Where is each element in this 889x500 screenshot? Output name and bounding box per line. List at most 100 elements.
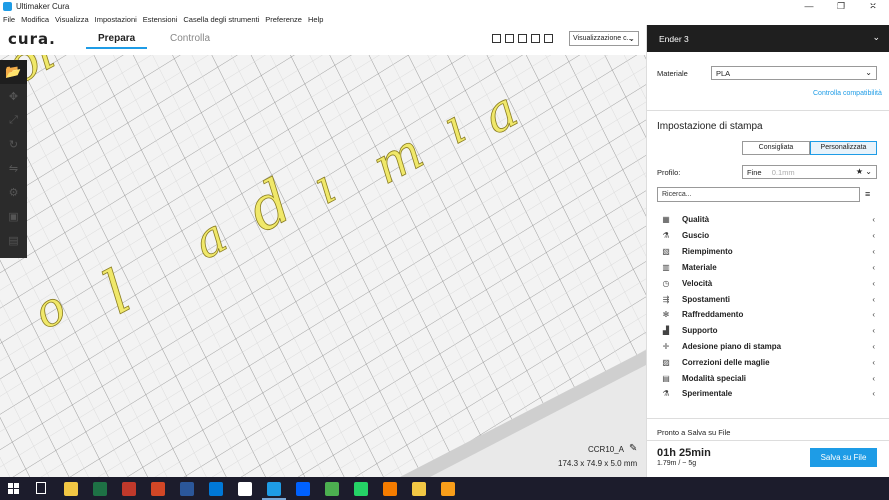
chevron-left-icon: ‹ — [872, 262, 875, 272]
object-dimensions: 174.3 x 74.9 x 5.0 mm — [558, 459, 638, 468]
explorer-icon[interactable] — [412, 482, 426, 496]
special-modes-icon: ▤ — [662, 373, 670, 383]
chevron-left-icon: ‹ — [872, 357, 875, 367]
hamburger-menu-icon[interactable]: ≡ — [865, 189, 870, 199]
powerpoint-icon[interactable] — [151, 482, 165, 496]
speed-icon: ◷ — [662, 278, 670, 288]
windows-start-icon[interactable] — [0, 477, 26, 500]
cura-icon[interactable] — [262, 482, 286, 500]
volume-icon[interactable]: ◁ — [794, 7, 800, 16]
mirror-icon[interactable]: ⇋ — [0, 156, 27, 180]
camera-view-icons — [492, 34, 553, 43]
profile-label: Profilo: — [657, 168, 681, 177]
category-velocita[interactable]: ◷ Velocità ‹ — [660, 276, 876, 290]
view-3d-icon[interactable] — [492, 34, 501, 43]
notification-icon[interactable]: 2 — [866, 5, 878, 17]
move-icon[interactable]: ✥ — [0, 84, 27, 108]
battery-icon[interactable]: ▬ — [763, 7, 771, 16]
object-name: CCR10_A — [588, 445, 625, 454]
wifi-icon[interactable]: ◠ — [779, 7, 786, 16]
dropbox-icon[interactable] — [296, 482, 310, 496]
gift-icon[interactable] — [122, 482, 136, 496]
file-explorer-icon[interactable] — [64, 482, 78, 496]
mail-icon[interactable] — [238, 482, 252, 496]
material-icon: ▥ — [662, 262, 670, 272]
overwatch-icon[interactable] — [441, 482, 455, 496]
chevron-left-icon: ‹ — [872, 214, 875, 224]
settings-search-input[interactable]: Ricerca... — [657, 187, 860, 202]
whatsapp-icon[interactable] — [354, 482, 368, 496]
category-qualita[interactable]: ▦ Qualità ‹ — [660, 212, 875, 226]
open-folder-icon[interactable]: 📂 — [0, 60, 27, 84]
menu-impostazioni[interactable]: Impostazioni — [95, 15, 137, 24]
network-icon[interactable]: ▭ — [748, 7, 756, 16]
profile-select[interactable]: Fine 0.1mm ★ ⌄ — [742, 165, 877, 179]
category-modalita[interactable]: ▤ Modalità speciali ‹ — [660, 371, 875, 385]
chevron-up-icon[interactable]: ⌃ — [731, 7, 738, 16]
category-adesione[interactable]: ✛ Adesione piano di stampa ‹ — [660, 339, 875, 353]
support-blocker-icon[interactable]: ▣ — [0, 204, 27, 228]
taskbar-clock[interactable]: 16:21 31/05/2019 — [818, 2, 860, 20]
cooling-icon: ✻ — [662, 309, 670, 319]
category-label: Sperimentale — [682, 388, 733, 398]
divider — [646, 440, 889, 441]
material-select[interactable]: PLA ⌄ — [711, 66, 877, 80]
star-chevron-icon: ★ ⌄ — [855, 167, 872, 176]
task-view-icon[interactable] — [36, 482, 46, 494]
category-label: Qualità — [682, 214, 710, 224]
menu-preferenze[interactable]: Preferenze — [265, 15, 302, 24]
chevron-left-icon: ‹ — [872, 388, 875, 398]
view-top-icon[interactable] — [518, 34, 527, 43]
experimental-icon: ⚗ — [662, 388, 670, 398]
view-front-icon[interactable] — [505, 34, 514, 43]
menu-casella-strumenti[interactable]: Casella degli strumenti — [183, 15, 259, 24]
scale-icon[interactable]: ⤢ — [0, 108, 27, 132]
rotate-icon[interactable]: ↻ — [0, 132, 27, 156]
pencil-icon[interactable]: ✎ — [629, 443, 637, 454]
printer-selector[interactable]: Ender 3 ⌄ — [647, 25, 889, 52]
check-compatibility-link[interactable]: Controlla compatibilità — [813, 90, 882, 97]
build-plate: o l a d ı m ı a ol — [0, 25, 646, 477]
chevron-down-icon: ⌄ — [872, 32, 880, 42]
menu-help[interactable]: Help — [308, 15, 323, 24]
extra-tool-icon[interactable]: ▤ — [0, 228, 27, 252]
category-guscio[interactable]: ⚗ Guscio ‹ — [660, 228, 875, 242]
word-icon[interactable] — [180, 482, 194, 496]
chrome-icon[interactable] — [325, 482, 339, 496]
view-mode-select[interactable]: Visualizzazione c... ⌄ — [569, 31, 639, 46]
menu-file[interactable]: File — [3, 15, 15, 24]
chevron-down-icon: ⌄ — [865, 68, 872, 77]
excel-icon[interactable] — [93, 482, 107, 496]
category-materiale[interactable]: ▥ Materiale ‹ — [660, 260, 875, 274]
ready-status: Pronto a Salva su File — [657, 428, 731, 437]
clock-time: 16:21 — [830, 3, 848, 10]
custom-button[interactable]: Personalizzata — [810, 141, 877, 155]
quality-icon: ▦ — [662, 214, 670, 224]
view-right-icon[interactable] — [544, 34, 553, 43]
cura-app-icon — [3, 2, 12, 11]
menu-estensioni[interactable]: Estensioni — [143, 15, 178, 24]
category-spostamenti[interactable]: ⇶ Spostamenti ‹ — [660, 292, 875, 306]
menu-visualizza[interactable]: Visualizza — [55, 15, 89, 24]
profile-hint: 0.1mm — [771, 168, 795, 177]
category-label: Raffreddamento — [682, 309, 744, 319]
category-raffreddamento[interactable]: ✻ Raffreddamento ‹ — [660, 307, 875, 321]
cura-logo: cura. — [8, 30, 56, 48]
tab-controlla[interactable]: Controlla — [170, 33, 210, 44]
edge-icon[interactable] — [209, 482, 223, 496]
fusion-icon[interactable] — [383, 482, 397, 496]
recommended-button[interactable]: Consigliata — [742, 141, 810, 155]
people-icon[interactable]: ⚇ — [714, 7, 721, 16]
category-riempimento[interactable]: ▧ Riempimento ‹ — [660, 244, 875, 258]
category-correzioni[interactable]: ▨ Correzioni delle maglie ‹ — [660, 355, 875, 369]
per-model-settings-icon[interactable]: ⚙ — [0, 180, 27, 204]
category-sperimentale[interactable]: ⚗ Sperimentale ‹ — [660, 386, 875, 400]
tab-prepara[interactable]: Prepara — [85, 33, 148, 49]
save-to-file-button[interactable]: Salva su File — [810, 448, 877, 467]
view-mode-value: Visualizzazione c... — [573, 35, 633, 42]
category-supporto[interactable]: ▟ Supporto ‹ — [660, 323, 875, 337]
viewport-3d[interactable]: o l a d ı m ı a ol — [0, 25, 646, 477]
menu-modifica[interactable]: Modifica — [21, 15, 49, 24]
view-left-icon[interactable] — [531, 34, 540, 43]
infill-icon: ▧ — [662, 246, 670, 256]
